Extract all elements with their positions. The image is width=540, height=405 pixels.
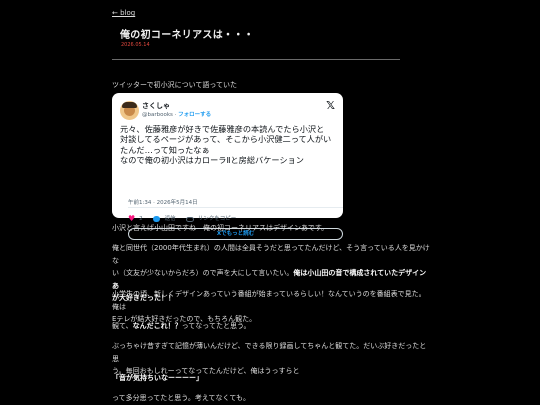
x-logo-icon[interactable]: 𝕏 [326,99,335,112]
bold-text: 「音が気持ちいなーーーー」 [112,374,203,382]
tweet-handle-row: @barbooks · フォローする [142,110,211,118]
tweet-handle[interactable]: @barbooks [142,112,173,118]
avatar-hair [122,102,137,108]
paragraph-line: 俺と同世代（2000年代生まれ）の人間は全員そうだと思ってたんだけど、そう言って… [112,244,430,265]
paragraph-line: ぶっちゃけ昔すぎて記憶が薄いんだけど、できる限り録画してちゃんと観てた。だいぶ好… [112,342,427,363]
intro-text: ツイッターで初小沢について語っていた [112,81,238,89]
paragraph: 観て、なんだこれ！？ってなってたと思う。 [112,320,432,333]
tweet-line: たんだ…って知ったなぁ [120,144,210,155]
avatar[interactable] [120,101,139,120]
paragraph: 小沢と言えば小山田ですね 俺の初コーネリアスはデザインあです。 [112,224,329,232]
divider [112,59,400,60]
text-span: 観て、 [112,322,133,330]
back-to-blog-link[interactable]: ← blog [112,9,135,17]
paragraph: 「音が気持ちいなーーーー」 [112,372,432,385]
post-date: 2026.05.14 [121,42,150,48]
tweet-line: なので俺の初小沢はカローラⅡと房総バケーション [120,155,304,166]
paragraph-line: 小学生の頃、新しくデザインあっていう番組が始まっているらしい！なんていうのを番組… [112,290,426,311]
bold-text: なんだこれ！？ [132,322,182,330]
tweet-line: 元々、佐藤雅彦が好きで佐藤雅彦の本読んでたら小沢と [120,124,325,134]
link-icon [185,216,194,222]
paragraph: って多分思ってたと思う。考えてなくても。 [112,394,250,402]
page-title: 俺の初コーネリアスは・・・ [120,30,254,41]
tweet-text: 元々、佐藤雅彦が好きで佐藤雅彦の本読んでたら小沢と 対談してるページがあって、そ… [120,124,343,240]
tweet-line: 対談してるページがあって、そこから小沢健二って人がい [120,134,332,145]
follow-button[interactable]: フォローする [178,112,211,118]
text-span: ってなってたと思う。 [181,322,251,330]
text-span: い（文友が少ないからだろ）ので声を大にして言いたい。 [112,269,294,277]
embedded-tweet[interactable]: さくしゃ @barbooks · フォローする 𝕏 元々、佐藤雅彦が好きで佐藤雅… [112,93,343,240]
tweet-divider [128,207,343,208]
